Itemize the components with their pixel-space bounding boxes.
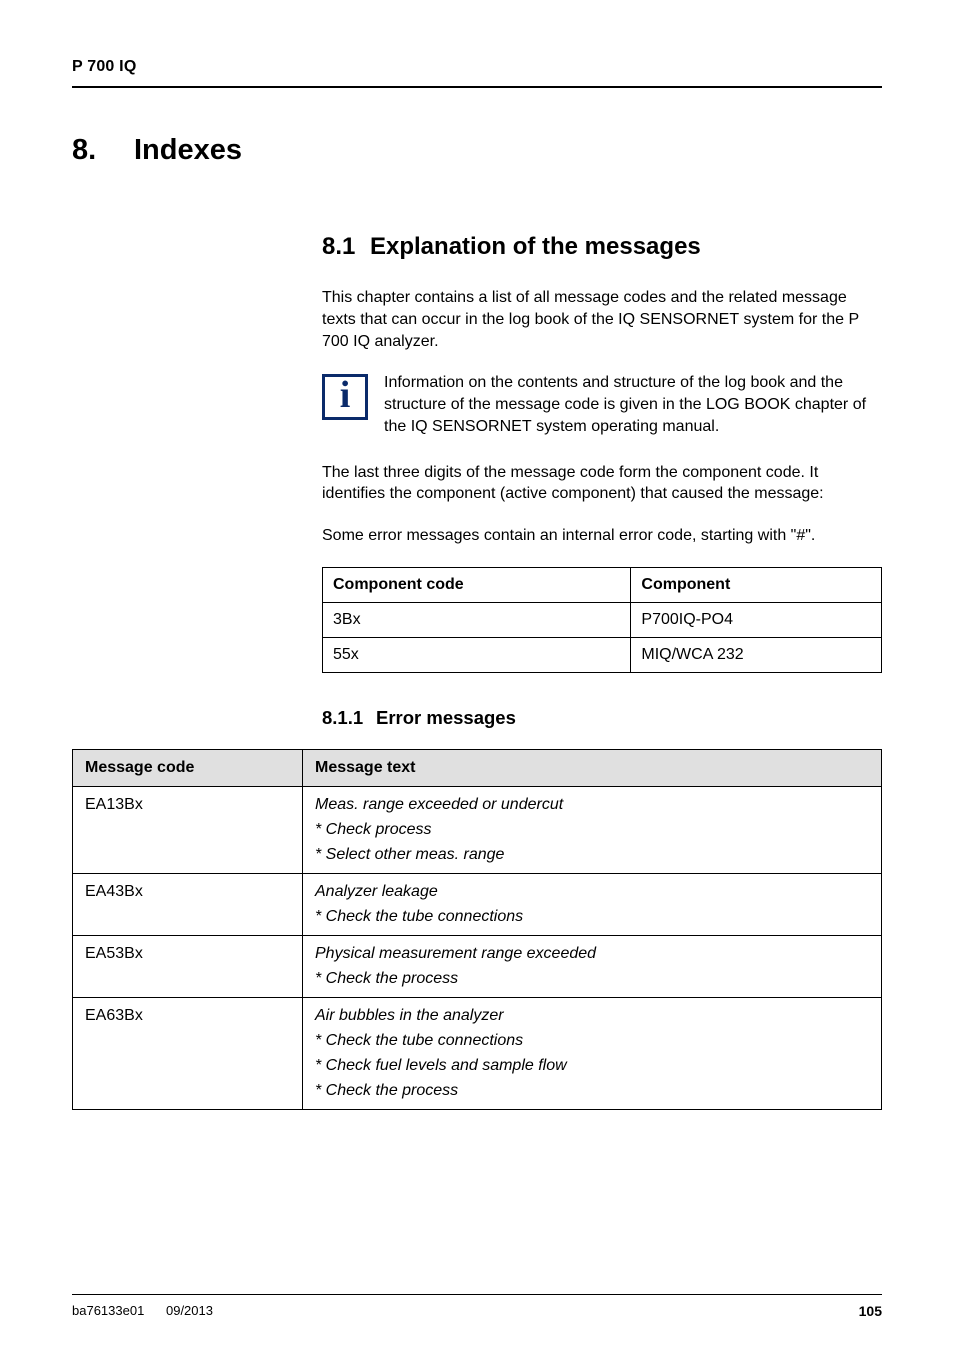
component-code-header: Component code [323,567,631,602]
message-code-cell: EA63Bx [73,997,303,1109]
message-text-cell: Analyzer leakage * Check the tube connec… [303,873,882,935]
running-head: P 700 IQ [72,58,882,88]
subsubsection-number: 8.1.1 [322,707,376,729]
section-title-text: Explanation of the messages [370,233,701,260]
subsubsection-title: 8.1.1Error messages [322,707,882,729]
table-row: EA63Bx Air bubbles in the analyzer * Che… [73,997,882,1109]
component-cell: P700IQ-PO4 [631,602,882,637]
page-footer: ba76133e01 09/2013 105 [72,1294,882,1319]
section-number: 8.1 [322,233,370,261]
error-messages-table: Message code Message text EA13Bx Meas. r… [72,749,882,1110]
component-code-cell: 3Bx [323,602,631,637]
table-row: EA43Bx Analyzer leakage * Check the tube… [73,873,882,935]
info-note: i Information on the contents and struct… [322,372,882,437]
message-text-header: Message text [303,749,882,786]
footer-page-number: 105 [859,1303,882,1319]
chapter-title: 8.Indexes [72,134,882,167]
component-cell: MIQ/WCA 232 [631,637,882,672]
table-row: EA53Bx Physical measurement range exceed… [73,935,882,997]
chapter-title-text: Indexes [134,134,242,166]
subsubsection-title-text: Error messages [376,707,516,728]
component-header: Component [631,567,882,602]
paragraph-component-code: The last three digits of the message cod… [322,462,882,506]
message-text-cell: Physical measurement range exceeded * Ch… [303,935,882,997]
info-icon: i [322,374,368,420]
table-row: EA13Bx Meas. range exceeded or undercut … [73,786,882,873]
message-code-cell: EA53Bx [73,935,303,997]
intro-paragraph: This chapter contains a list of all mess… [322,287,882,352]
footer-date: 09/2013 [166,1303,213,1318]
footer-doc-id: ba76133e01 [72,1303,144,1318]
message-text-cell: Air bubbles in the analyzer * Check the … [303,997,882,1109]
table-row: 55x MIQ/WCA 232 [323,637,882,672]
footer-left: ba76133e01 09/2013 [72,1303,213,1319]
message-code-cell: EA43Bx [73,873,303,935]
info-icon-glyph: i [340,376,351,414]
component-table: Component code Component 3Bx P700IQ-PO4 … [322,567,882,673]
section-title: 8.1Explanation of the messages [322,233,882,261]
table-header-row: Message code Message text [73,749,882,786]
component-code-cell: 55x [323,637,631,672]
message-text-cell: Meas. range exceeded or undercut * Check… [303,786,882,873]
message-code-header: Message code [73,749,303,786]
paragraph-internal-error: Some error messages contain an internal … [322,525,882,547]
table-header-row: Component code Component [323,567,882,602]
message-code-cell: EA13Bx [73,786,303,873]
chapter-number: 8. [72,134,134,167]
info-note-text: Information on the contents and structur… [384,372,882,437]
table-row: 3Bx P700IQ-PO4 [323,602,882,637]
